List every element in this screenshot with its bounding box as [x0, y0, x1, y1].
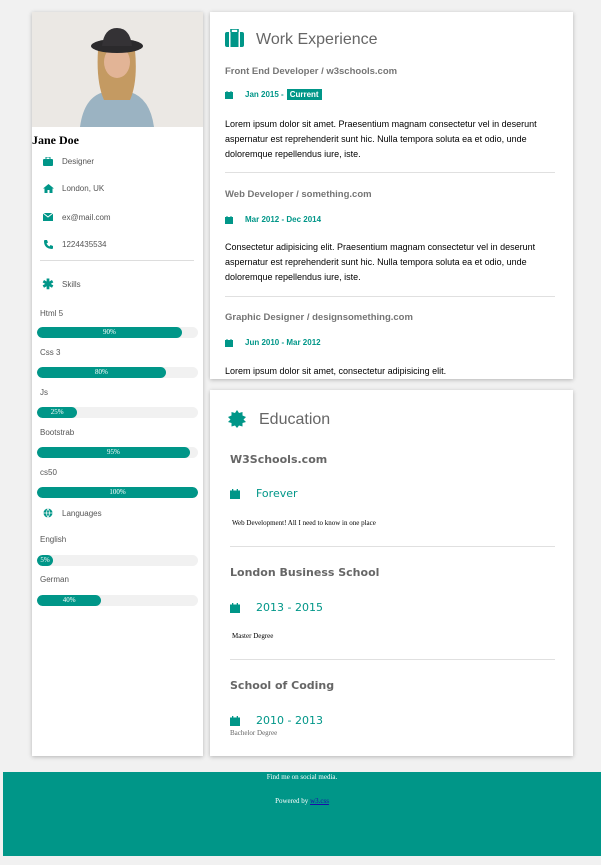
- briefcase-icon: [40, 156, 56, 166]
- skills-heading-text: Skills: [62, 279, 81, 289]
- job-description: Lorem ipsum dolor sit amet, consectetur …: [225, 366, 447, 376]
- calendar-icon: [230, 715, 240, 726]
- skill-bar: 95%: [37, 447, 198, 458]
- skills-heading: ✱ Skills: [40, 275, 81, 292]
- calendar-icon: [225, 215, 233, 224]
- job-date-text: Jun 2010 - Mar 2012: [245, 338, 321, 347]
- envelope-icon: [40, 213, 56, 221]
- skill-label: Css 3: [40, 348, 61, 357]
- school-date-text: Forever: [256, 487, 298, 500]
- school-description: Master Degree: [232, 632, 274, 640]
- skill-bar: 100%: [37, 487, 198, 498]
- language-label: German: [40, 575, 69, 584]
- job-description: Consectetur adipisicing elit. Praesentiu…: [225, 242, 536, 282]
- home-icon: [40, 183, 56, 193]
- phone-icon: [40, 239, 56, 249]
- footer-social-text: Find me on social media.: [266, 773, 338, 781]
- skill-label: cs50: [40, 468, 57, 477]
- detail-phone-text: 1224435534: [62, 239, 107, 249]
- language-label: English: [40, 535, 67, 544]
- detail-phone: 1224435534: [40, 237, 107, 251]
- job-date: Jan 2015 - Current: [225, 89, 322, 100]
- work-experience-card: Work Experience Front End Developer / w3…: [210, 12, 573, 379]
- language-bar: 5%: [37, 555, 198, 566]
- divider: [225, 296, 555, 297]
- detail-job-text: Designer: [62, 156, 95, 166]
- school-name: School of Coding: [230, 679, 335, 692]
- skill-bar: 80%: [37, 367, 198, 378]
- detail-email-text: ex@mail.com: [62, 212, 111, 222]
- detail-job: Designer: [40, 154, 94, 168]
- footer-powered-prefix: Powered by: [275, 797, 311, 805]
- job-description: Lorem ipsum dolor sit amet. Praesentium …: [225, 119, 537, 159]
- divider: [230, 546, 555, 547]
- asterisk-icon: ✱: [42, 275, 54, 292]
- school-date-text: 2013 - 2015: [256, 601, 323, 614]
- job-title: Web Developer / something.com: [225, 189, 372, 200]
- education-title: Education: [259, 411, 331, 428]
- education-card: Education W3Schools.com Forever Web Deve…: [210, 390, 573, 756]
- job-date-text: Jan 2015 -: [245, 90, 284, 99]
- calendar-icon: [230, 602, 240, 613]
- school-date: 2013 - 2015: [230, 601, 323, 614]
- detail-location-text: London, UK: [62, 183, 105, 193]
- languages-heading: Languages: [40, 506, 102, 520]
- footer-powered: Powered by w3.css: [3, 797, 601, 805]
- certificate-icon: [228, 410, 246, 433]
- school-date: 2010 - 2013: [230, 714, 323, 727]
- school-name: London Business School: [230, 566, 380, 579]
- school-description: Web Development! All I need to know in o…: [232, 519, 376, 527]
- suitcase-icon: [225, 28, 244, 52]
- calendar-icon: [225, 90, 233, 99]
- page: Jane Doe Designer London, UK ex@mail.com…: [0, 0, 601, 865]
- job-date: Mar 2012 - Dec 2014: [225, 215, 321, 224]
- skill-fill: 95%: [37, 447, 190, 458]
- calendar-icon: [230, 488, 240, 499]
- job-date-text: Mar 2012 - Dec 2014: [245, 215, 322, 224]
- school-date: Forever: [230, 487, 298, 500]
- detail-location: London, UK: [40, 181, 104, 195]
- w3css-link[interactable]: w3.css: [310, 797, 329, 805]
- skill-fill: 90%: [37, 327, 182, 338]
- divider: [230, 659, 555, 660]
- profile-card: Jane Doe Designer London, UK ex@mail.com…: [32, 12, 203, 756]
- skill-fill: 80%: [37, 367, 166, 378]
- divider: [225, 172, 555, 173]
- job-title: Front End Developer / w3schools.com: [225, 66, 398, 77]
- skill-fill: 100%: [37, 487, 198, 498]
- school-name: W3Schools.com: [230, 453, 328, 466]
- avatar: [32, 12, 203, 127]
- language-bar: 40%: [37, 595, 198, 606]
- job-date: Jun 2010 - Mar 2012: [225, 338, 321, 347]
- school-description: Bachelor Degree: [230, 729, 278, 737]
- job-title: Graphic Designer / designsomething.com: [225, 312, 413, 323]
- globe-icon: [40, 508, 56, 518]
- detail-email: ex@mail.com: [40, 210, 111, 224]
- skill-label: Js: [40, 388, 48, 397]
- school-date-text: 2010 - 2013: [256, 714, 323, 727]
- calendar-icon: [225, 338, 233, 347]
- profile-name: Jane Doe: [32, 133, 79, 147]
- languages-heading-text: Languages: [62, 508, 102, 518]
- skill-fill: 25%: [37, 407, 78, 418]
- language-fill: 40%: [37, 595, 102, 606]
- divider: [40, 260, 194, 261]
- skill-label: Bootstrab: [40, 428, 75, 437]
- current-badge: Current: [286, 89, 322, 100]
- language-fill: 5%: [37, 555, 54, 566]
- work-title: Work Experience: [256, 31, 378, 48]
- skill-bar: 90%: [37, 327, 198, 338]
- footer: Find me on social media. Powered by w3.c…: [3, 772, 601, 856]
- skill-label: Html 5: [40, 309, 64, 318]
- skill-bar: 25%: [37, 407, 198, 418]
